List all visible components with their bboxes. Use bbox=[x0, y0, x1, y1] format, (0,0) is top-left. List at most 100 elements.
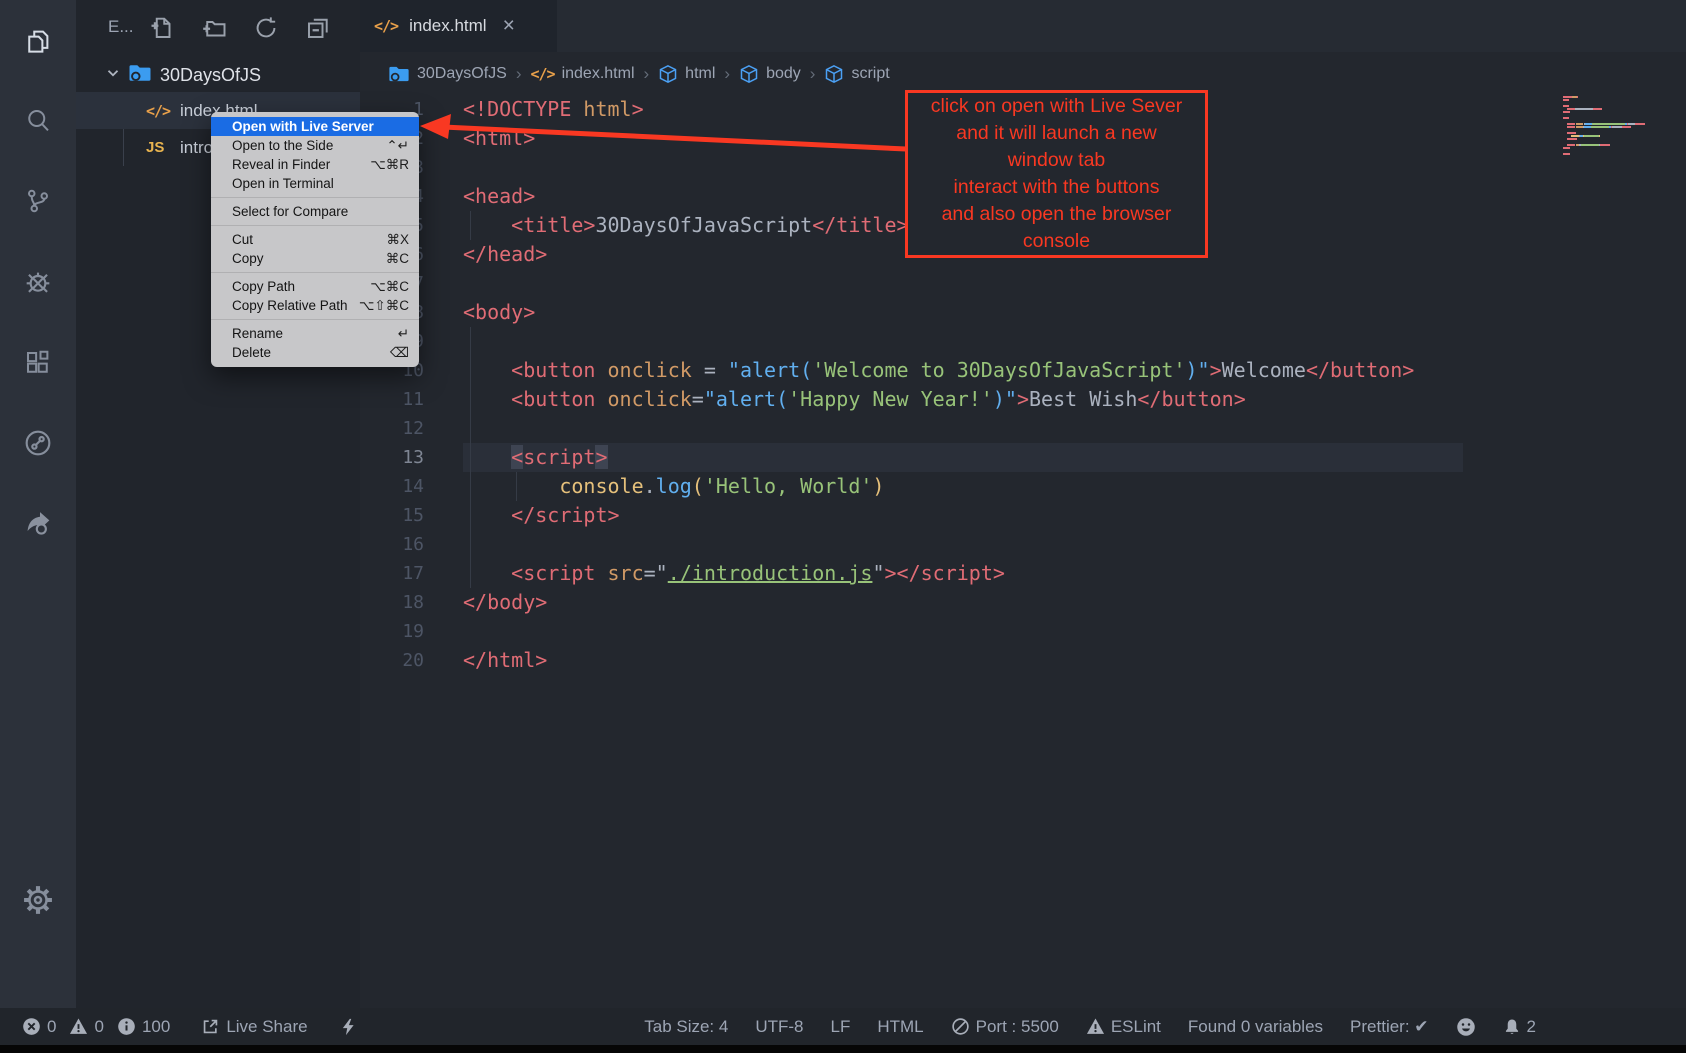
annotation-line: window tab bbox=[908, 147, 1205, 174]
menu-separator bbox=[211, 225, 419, 226]
menu-separator bbox=[211, 272, 419, 273]
source-control-icon[interactable] bbox=[0, 172, 76, 230]
code-line-13: <script> bbox=[463, 443, 1414, 472]
port-icon bbox=[951, 1017, 970, 1036]
cube-icon bbox=[739, 64, 759, 84]
explorer-icon[interactable] bbox=[0, 12, 76, 70]
breadcrumb-separator: › bbox=[724, 64, 730, 84]
cube-icon bbox=[658, 64, 678, 84]
live-share-icon bbox=[201, 1017, 220, 1036]
menu-item-reveal-in-finder[interactable]: Reveal in Finder⌥⌘R bbox=[211, 155, 419, 174]
status-port-5500[interactable]: Port : 5500 bbox=[951, 1017, 1059, 1037]
status-lightning[interactable] bbox=[339, 1018, 357, 1036]
extensions-icon[interactable] bbox=[0, 334, 76, 392]
html-icon: </> bbox=[530, 65, 554, 83]
code-line-19 bbox=[463, 617, 1414, 646]
annotation-line: console bbox=[908, 228, 1205, 255]
settings-gear-icon[interactable] bbox=[0, 871, 76, 929]
code-line-17: <script src="./introduction.js"></script… bbox=[463, 559, 1414, 588]
menu-item-rename[interactable]: Rename↵ bbox=[211, 324, 419, 343]
live-share-icon[interactable] bbox=[0, 414, 76, 472]
collapse-folders-icon[interactable] bbox=[304, 14, 332, 42]
breadcrumb-separator: › bbox=[810, 64, 816, 84]
status-prettier[interactable]: Prettier: ✔ bbox=[1350, 1017, 1428, 1037]
minimap[interactable] bbox=[1563, 96, 1655, 156]
menu-item-cut[interactable]: Cut⌘X bbox=[211, 230, 419, 249]
code-line-11: <button onclick="alert('Happy New Year!'… bbox=[463, 385, 1414, 414]
folder-icon bbox=[128, 61, 152, 90]
menu-item-select-for-compare[interactable]: Select for Compare bbox=[211, 202, 419, 221]
html-file-icon: </> bbox=[146, 102, 180, 120]
code-line-10: <button onclick = "alert('Welcome to 30D… bbox=[463, 356, 1414, 385]
code-line-16 bbox=[463, 530, 1414, 559]
refresh-explorer-icon[interactable] bbox=[252, 14, 280, 42]
window-bottom-edge bbox=[0, 1045, 1686, 1053]
html-file-icon: </> bbox=[374, 17, 398, 35]
context-menu: Open with Live ServerOpen to the Side⌃↵R… bbox=[211, 112, 419, 367]
status-found-0-variables[interactable]: Found 0 variables bbox=[1188, 1017, 1323, 1037]
menu-item-open-with-live-server[interactable]: Open with Live Server bbox=[211, 117, 419, 136]
cube-icon bbox=[824, 64, 844, 84]
info-icon bbox=[117, 1017, 136, 1036]
status-tab-size-4[interactable]: Tab Size: 4 bbox=[644, 1017, 728, 1037]
js-file-icon: JS bbox=[146, 139, 180, 156]
code-line-7 bbox=[463, 269, 1414, 298]
breadcrumb-script[interactable]: script bbox=[824, 64, 889, 84]
annotation-line: interact with the buttons bbox=[908, 174, 1205, 201]
new-file-icon[interactable] bbox=[148, 14, 176, 42]
status-0[interactable]: 0 bbox=[22, 1017, 56, 1037]
activity-bar bbox=[0, 0, 76, 1045]
breadcrumb-html[interactable]: html bbox=[658, 64, 715, 84]
annotation-line: and it will launch a new bbox=[908, 120, 1205, 147]
status-eslint[interactable]: ESLint bbox=[1086, 1017, 1161, 1037]
new-folder-icon[interactable] bbox=[200, 14, 228, 42]
bell-icon bbox=[1503, 1018, 1521, 1036]
status-live-share[interactable]: Live Share bbox=[201, 1017, 307, 1037]
annotation-line: click on open with Live Sever bbox=[908, 93, 1205, 120]
status-html[interactable]: HTML bbox=[877, 1017, 923, 1037]
folder-icon bbox=[388, 63, 410, 85]
menu-item-delete[interactable]: Delete⌫ bbox=[211, 343, 419, 362]
status-100[interactable]: 100 bbox=[117, 1017, 170, 1037]
code-line-9 bbox=[463, 327, 1414, 356]
code-line-14: console.log('Hello, World') bbox=[463, 472, 1414, 501]
tab-index-html[interactable]: </> index.html × bbox=[360, 0, 557, 52]
breadcrumb-index-html[interactable]: </>index.html bbox=[530, 65, 634, 83]
warning-icon bbox=[69, 1017, 88, 1036]
breadcrumb-separator: › bbox=[644, 64, 650, 84]
breadcrumb-body[interactable]: body bbox=[739, 64, 801, 84]
explorer-title: E... bbox=[108, 17, 134, 37]
menu-separator bbox=[211, 197, 419, 198]
smiley-icon bbox=[1456, 1017, 1476, 1037]
tab-bar: </> index.html × bbox=[360, 0, 1686, 52]
breadcrumb: 30DaysOfJS›</>index.html›html›body›scrip… bbox=[360, 52, 1686, 95]
menu-item-copy-path[interactable]: Copy Path⌥⌘C bbox=[211, 277, 419, 296]
status-lf[interactable]: LF bbox=[831, 1017, 851, 1037]
status-2[interactable]: 2 bbox=[1503, 1017, 1536, 1037]
warning-icon bbox=[1086, 1017, 1105, 1036]
search-icon[interactable] bbox=[0, 92, 76, 150]
tab-label: index.html bbox=[409, 16, 486, 36]
status-0[interactable]: 0 bbox=[69, 1017, 103, 1037]
code-line-8: <body> bbox=[463, 298, 1414, 327]
annotation-line: and also open the browser bbox=[908, 201, 1205, 228]
status-smiley[interactable] bbox=[1456, 1017, 1476, 1037]
menu-item-copy[interactable]: Copy⌘C bbox=[211, 249, 419, 268]
lightning-icon bbox=[339, 1018, 357, 1036]
menu-item-open-in-terminal[interactable]: Open in Terminal bbox=[211, 174, 419, 193]
status-bar: 00 100 Live Share Tab Size: 4 UTF-8 LF HTML Po… bbox=[0, 1008, 1686, 1045]
breadcrumb-30daysofjs[interactable]: 30DaysOfJS bbox=[388, 63, 507, 85]
close-tab-icon[interactable]: × bbox=[503, 14, 515, 38]
code-line-20: </html> bbox=[463, 646, 1414, 675]
root-folder-label: 30DaysOfJS bbox=[160, 65, 261, 86]
annotation-box: click on open with Live Severand it will… bbox=[905, 90, 1208, 258]
menu-item-copy-relative-path[interactable]: Copy Relative Path⌥⇧⌘C bbox=[211, 296, 419, 315]
menu-separator bbox=[211, 319, 419, 320]
code-line-12 bbox=[463, 414, 1414, 443]
tree-root-folder[interactable]: 30DaysOfJS bbox=[76, 58, 360, 92]
run-and-debug-icon[interactable] bbox=[0, 253, 76, 311]
status-utf-8[interactable]: UTF-8 bbox=[755, 1017, 803, 1037]
error-icon bbox=[22, 1017, 41, 1036]
menu-item-open-to-the-side[interactable]: Open to the Side⌃↵ bbox=[211, 136, 419, 155]
share-icon[interactable] bbox=[0, 494, 76, 552]
